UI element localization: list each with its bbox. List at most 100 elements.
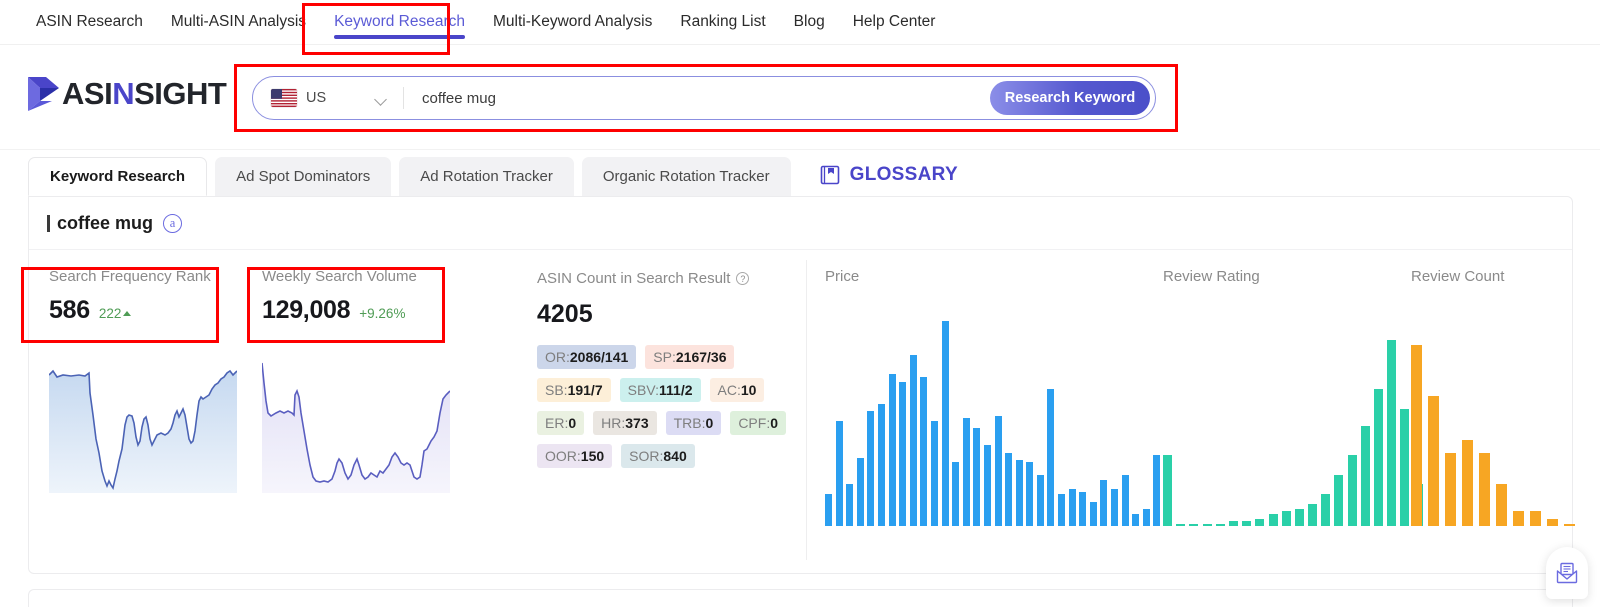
tab-keyword-research[interactable]: Keyword Research (28, 157, 208, 196)
tab-ad-rotation-tracker[interactable]: Ad Rotation Tracker (399, 157, 574, 196)
search-input[interactable] (404, 89, 990, 107)
chart-bar[interactable] (1026, 462, 1034, 526)
nav-item-keyword-research[interactable]: Keyword Research (320, 0, 479, 45)
chart-bar[interactable] (1047, 389, 1055, 526)
chart-bar[interactable] (1334, 474, 1344, 526)
chart-bar[interactable] (835, 420, 843, 526)
chart-bar[interactable] (825, 494, 832, 526)
chart-bar[interactable] (1462, 440, 1473, 526)
chart-bar[interactable] (941, 320, 949, 526)
chart-bars (1411, 306, 1581, 526)
chart-bar[interactable] (877, 403, 885, 526)
chart-bar[interactable] (1228, 521, 1238, 526)
chart-bar[interactable] (1294, 508, 1304, 526)
asin-tag-er[interactable]: ER:0 (537, 411, 585, 435)
chart-bar[interactable] (1089, 501, 1097, 526)
asin-tag-sb[interactable]: SB:191/7 (537, 378, 611, 402)
nav-item-multi-asin-analysis[interactable]: Multi-ASIN Analysis (157, 0, 320, 45)
chart-bar[interactable] (1479, 452, 1490, 526)
feedback-float-button[interactable] (1546, 547, 1588, 599)
asin-tag-hr[interactable]: HR:373 (593, 411, 657, 435)
chart-bar[interactable] (1189, 523, 1199, 526)
nav-item-label: Keyword Research (334, 13, 466, 30)
chart-bar[interactable] (1176, 523, 1186, 526)
chart-bar[interactable] (1242, 521, 1252, 526)
nav-item-blog[interactable]: Blog (780, 0, 839, 45)
chart-bar[interactable] (1321, 494, 1331, 526)
asin-tag-cpf[interactable]: CPF:0 (730, 411, 786, 435)
chart-bar[interactable] (1100, 479, 1108, 526)
tab-label: Ad Spot Dominators (236, 168, 371, 185)
asin-tag-key: SOR: (629, 448, 664, 464)
research-keyword-button[interactable]: Research Keyword (990, 81, 1150, 115)
chart-bar[interactable] (1079, 491, 1087, 526)
chart-bar[interactable] (1255, 518, 1265, 526)
chart-bar[interactable] (1068, 489, 1076, 526)
chart-bar[interactable] (920, 376, 928, 526)
chart-bar[interactable] (909, 354, 917, 526)
asin-tag-or[interactable]: OR:2086/141 (537, 345, 637, 369)
brand-logo[interactable]: ASINSIGHT (26, 74, 227, 114)
question-mark-icon[interactable]: ? (736, 272, 750, 285)
chart-bar[interactable] (856, 457, 864, 526)
chart-bar[interactable] (1496, 484, 1507, 526)
chart-bar[interactable] (867, 411, 875, 526)
country-label: US (306, 90, 327, 106)
chart-bar[interactable] (1411, 345, 1422, 526)
nav-item-multi-keyword-analysis[interactable]: Multi-Keyword Analysis (479, 0, 666, 45)
glossary-link[interactable]: GLOSSARY (819, 157, 958, 196)
chart-bar[interactable] (952, 462, 960, 526)
nav-item-help-center[interactable]: Help Center (839, 0, 950, 45)
mail-feedback-icon (1556, 562, 1578, 584)
asin-tag-ac[interactable]: AC:10 (709, 378, 765, 402)
asin-tag-oor[interactable]: OOR:150 (537, 444, 613, 468)
chart-bar[interactable] (888, 374, 896, 526)
amazon-badge-icon[interactable]: a (163, 213, 183, 233)
chart-bar[interactable] (1347, 455, 1357, 526)
chart-bar[interactable] (1513, 511, 1524, 526)
chart-bar[interactable] (1121, 474, 1129, 526)
chart-bar[interactable] (1036, 474, 1044, 526)
chart-bar[interactable] (1428, 396, 1439, 526)
chart-bar[interactable] (846, 484, 854, 526)
chart-bar[interactable] (899, 381, 907, 526)
chart-bar[interactable] (962, 418, 970, 526)
chart-bar[interactable] (973, 428, 981, 526)
nav-item-ranking-list[interactable]: Ranking List (666, 0, 779, 45)
chart-bar[interactable] (930, 420, 938, 526)
chart-bar[interactable] (1015, 460, 1023, 526)
chart-bar[interactable] (1445, 452, 1456, 526)
chart-bar[interactable] (1058, 494, 1066, 526)
asin-tag-sbv[interactable]: SBV:111/2 (619, 378, 701, 402)
asin-tag-value: 111/2 (659, 382, 693, 398)
chart-bar[interactable] (1268, 513, 1278, 526)
asin-tag-key: TRB: (673, 415, 706, 431)
chart-bar[interactable] (1281, 511, 1291, 526)
chart-bar[interactable] (983, 445, 991, 526)
chart-title: Review Count (1411, 268, 1505, 285)
chart-bar[interactable] (1215, 523, 1225, 526)
nav-item-asin-research[interactable]: ASIN Research (22, 0, 157, 45)
chart-bar[interactable] (1360, 425, 1370, 526)
asin-count-value: 4205 (537, 300, 593, 328)
chart-bar[interactable] (1005, 452, 1013, 526)
chart-bar[interactable] (1163, 455, 1172, 526)
chart-bar[interactable] (1308, 504, 1318, 526)
asin-tag-value: 0 (568, 415, 577, 431)
chart-bar[interactable] (1202, 523, 1212, 526)
asin-tag-sp[interactable]: SP:2167/36 (645, 345, 735, 369)
chart-bar[interactable] (994, 416, 1002, 526)
chart-bar[interactable] (1111, 489, 1119, 526)
chart-bar[interactable] (1530, 511, 1541, 526)
asin-tag-trb[interactable]: TRB:0 (665, 411, 722, 435)
country-selector[interactable]: US (253, 77, 403, 119)
keyword-research-panel: coffee mug a Search Frequency Rank 586 2… (28, 196, 1575, 574)
tab-ad-spot-dominators[interactable]: Ad Spot Dominators (215, 157, 392, 196)
chart-bar[interactable] (1374, 389, 1383, 526)
metric-search-frequency-rank: Search Frequency Rank 586 222 (48, 268, 239, 574)
chart-bar[interactable] (1564, 523, 1575, 526)
chart-bar[interactable] (1132, 513, 1140, 526)
asin-tag-sor[interactable]: SOR:840 (621, 444, 695, 468)
chart-bar[interactable] (1547, 518, 1558, 526)
tab-organic-rotation-tracker[interactable]: Organic Rotation Tracker (581, 157, 791, 196)
